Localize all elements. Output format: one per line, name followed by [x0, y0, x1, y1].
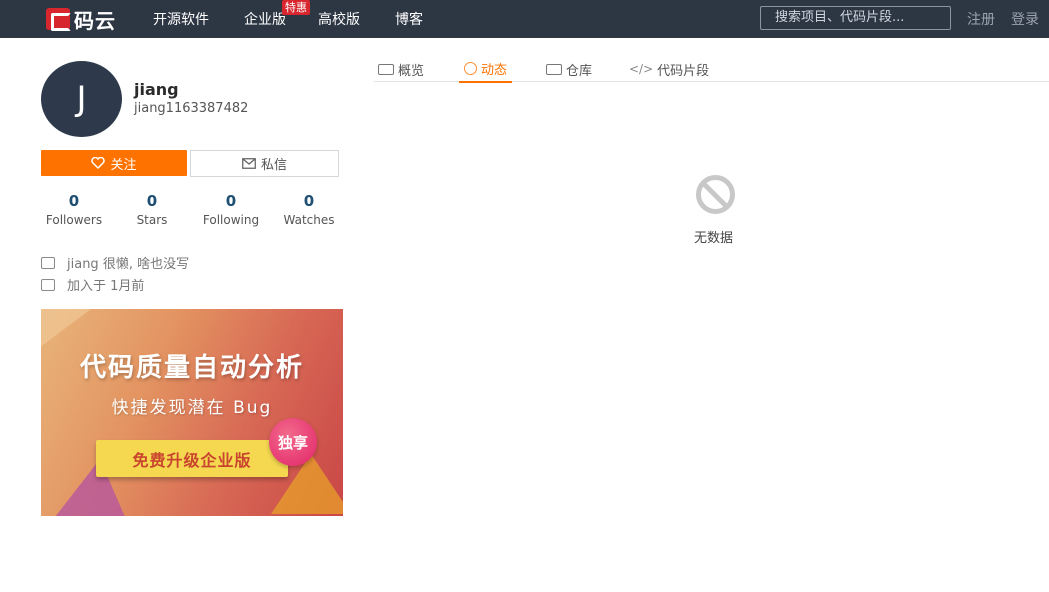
user-login: jiang1163387482: [134, 101, 249, 116]
follow-button[interactable]: 关注: [41, 150, 187, 176]
tab-code-snippets[interactable]: </> 代码片段: [629, 56, 709, 82]
promo-badge: 特惠: [282, 0, 310, 15]
tab-label: 概览: [398, 63, 425, 79]
stat-value: 0: [225, 192, 237, 210]
banner-cta-button[interactable]: 免费升级企业版: [96, 440, 288, 477]
promo-banner[interactable]: 代码质量自动分析 快捷发现潜在 Bug 免费升级企业版 独享: [41, 309, 343, 516]
stat-stars[interactable]: 0 Stars: [117, 192, 187, 227]
tab-label: 动态: [481, 63, 508, 78]
logo-text: 码云: [74, 8, 116, 33]
id-card-icon: [41, 256, 55, 269]
banner-seal: 独享: [269, 418, 317, 466]
stat-watches[interactable]: 0 Watches: [274, 192, 344, 227]
logo-icon: [46, 8, 71, 31]
follow-label: 关注: [110, 157, 137, 173]
nav-item-enterprise[interactable]: 企业版: [244, 9, 286, 29]
nav-item-education[interactable]: 高校版: [318, 9, 360, 29]
tab-activity[interactable]: 动态: [459, 56, 513, 83]
nav-item-blog[interactable]: 博客: [395, 9, 423, 29]
overview-icon: [378, 63, 394, 75]
repo-icon: [546, 63, 562, 75]
top-navbar: 码云 开源软件 企业版 特惠 高校版 博客 搜索项目、代码片段... 注册 登录: [0, 0, 1049, 38]
empty-state-text: 无数据: [694, 231, 734, 246]
stat-label: Following: [202, 213, 260, 227]
profile-tabs: 概览 动态 仓库 </> 代码片段: [374, 52, 1049, 83]
tab-repositories[interactable]: 仓库: [546, 56, 592, 82]
tab-label: 仓库: [566, 63, 593, 79]
nav-item-open-source[interactable]: 开源软件: [153, 9, 209, 29]
banner-subtitle: 快捷发现潜在 Bug: [111, 398, 273, 418]
stat-label: Watches: [283, 213, 335, 227]
stat-label: Followers: [45, 213, 103, 227]
stat-label: Stars: [136, 213, 168, 227]
register-link[interactable]: 注册: [967, 9, 995, 29]
tab-overview[interactable]: 概览: [378, 56, 424, 82]
tab-label: 代码片段: [657, 63, 710, 79]
stat-followers[interactable]: 0 Followers: [39, 192, 109, 227]
no-data-icon: [696, 175, 735, 214]
stat-following[interactable]: 0 Following: [196, 192, 266, 227]
stat-value: 0: [146, 192, 158, 210]
activity-icon: [464, 62, 477, 75]
user-name: jiang: [134, 80, 179, 99]
heart-icon: [91, 157, 106, 169]
joined-row: 加入于 1月前: [41, 275, 144, 294]
message-label: 私信: [260, 158, 287, 173]
mail-icon: [242, 158, 256, 169]
logo[interactable]: 码云: [46, 6, 116, 33]
calendar-icon: [41, 278, 55, 291]
stat-value: 0: [68, 192, 80, 210]
banner-title: 代码质量自动分析: [79, 353, 304, 383]
search-input[interactable]: 搜索项目、代码片段...: [760, 6, 951, 30]
bio-text: jiang 很懒, 啥也没写: [67, 257, 190, 272]
login-link[interactable]: 登录: [1011, 9, 1039, 29]
bio-row: jiang 很懒, 啥也没写: [41, 253, 189, 272]
stat-value: 0: [303, 192, 315, 210]
code-icon: </>: [629, 62, 654, 76]
message-button[interactable]: 私信: [190, 150, 339, 177]
joined-text: 加入于 1月前: [67, 279, 145, 294]
avatar[interactable]: J: [41, 61, 122, 137]
